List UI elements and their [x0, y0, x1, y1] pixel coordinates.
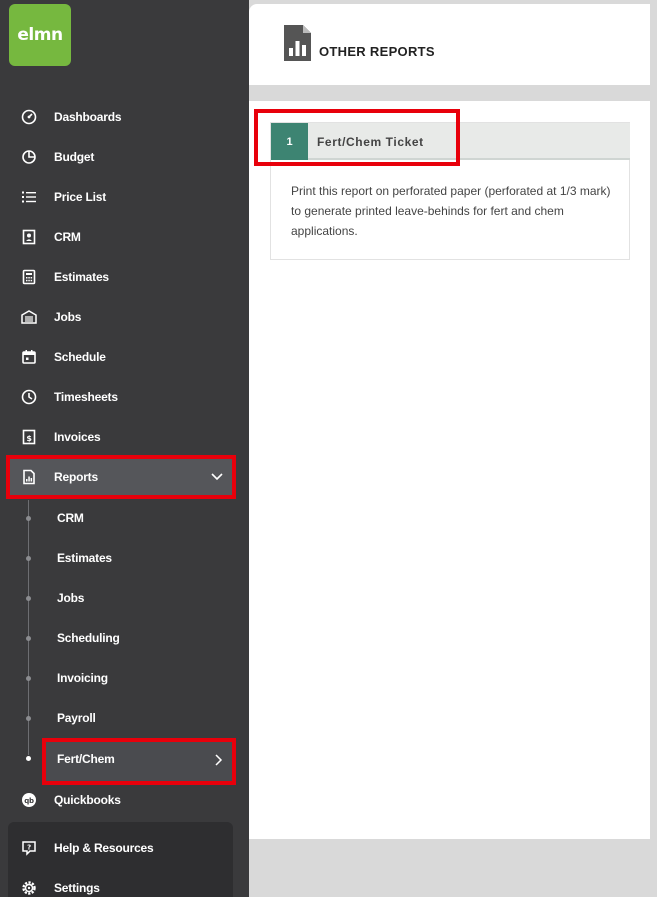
sidebar-item-label: Price List [54, 190, 107, 204]
report-sub-item-scheduling[interactable]: Scheduling [57, 631, 120, 647]
calculator-icon [21, 269, 37, 285]
submenu-dot [26, 676, 31, 681]
submenu-dot [26, 596, 31, 601]
sidebar-item-label: Schedule [54, 350, 106, 364]
sidebar-item-label: CRM [54, 230, 81, 244]
submenu-dot [26, 636, 31, 641]
settings-icon [21, 880, 37, 896]
calendar-icon [21, 349, 37, 365]
sidebar-item-label: Reports [54, 470, 98, 484]
svg-text:?: ? [27, 844, 31, 852]
help-icon: ? [21, 840, 37, 856]
sidebar-item-settings[interactable]: Settings [0, 868, 249, 897]
svg-text:qb: qb [24, 797, 34, 805]
sidebar-item-label: Budget [54, 150, 95, 164]
sidebar-item-label: Dashboards [54, 110, 122, 124]
report-sub-item-estimates[interactable]: Estimates [57, 551, 112, 567]
report-sub-item-label: Fert/Chem [57, 752, 115, 766]
sidebar-item-label: Settings [54, 881, 100, 895]
report-sub-item-crm[interactable]: CRM [57, 511, 84, 527]
sidebar: elmn Dashboards Budget Price List CRM Es… [0, 0, 249, 897]
svg-text:$: $ [26, 434, 32, 443]
report-description: Print this report on perforated paper (p… [291, 184, 611, 238]
chevron-down-icon[interactable] [210, 469, 224, 483]
sidebar-item-reports[interactable]: Reports [8, 457, 234, 497]
submenu-dot [26, 516, 31, 521]
sidebar-item-help[interactable]: ? Help & Resources [0, 828, 249, 868]
sidebar-item-price-list[interactable]: Price List [0, 177, 249, 217]
contact-card-icon [21, 229, 37, 245]
submenu-dot-active [26, 756, 31, 761]
invoice-icon: $ [21, 429, 37, 445]
pie-chart-icon [21, 149, 37, 165]
sidebar-item-jobs[interactable]: Jobs [0, 297, 249, 337]
sidebar-item-label: Quickbooks [54, 793, 121, 807]
garage-icon [21, 309, 37, 325]
sidebar-item-label: Help & Resources [54, 841, 154, 855]
sidebar-item-schedule[interactable]: Schedule [0, 337, 249, 377]
report-sub-item-invoicing[interactable]: Invoicing [57, 671, 108, 687]
sidebar-item-invoices[interactable]: $ Invoices [0, 417, 249, 457]
sidebar-item-dashboards[interactable]: Dashboards [0, 97, 249, 137]
dashboard-icon [21, 109, 37, 125]
clock-icon [21, 389, 37, 405]
chevron-right-icon [215, 754, 223, 766]
report-card[interactable]: 1 Fert/Chem Ticket Print this report on … [270, 122, 630, 260]
sidebar-item-quickbooks[interactable]: qb Quickbooks [0, 780, 249, 820]
elmn-logo[interactable]: elmn [9, 4, 71, 66]
report-document-icon [284, 25, 311, 61]
quickbooks-icon: qb [21, 792, 37, 808]
submenu-dot [26, 716, 31, 721]
sidebar-item-timesheets[interactable]: Timesheets [0, 377, 249, 417]
report-sub-item-jobs[interactable]: Jobs [57, 591, 84, 607]
main-content: 1 Fert/Chem Ticket Print this report on … [249, 101, 650, 839]
report-number-badge: 1 [271, 123, 308, 160]
sidebar-item-estimates[interactable]: Estimates [0, 257, 249, 297]
report-sub-item-fert-chem[interactable]: Fert/Chem [45, 741, 233, 781]
report-sub-item-payroll[interactable]: Payroll [57, 711, 96, 727]
report-card-header[interactable]: 1 Fert/Chem Ticket [271, 123, 630, 160]
sidebar-item-label: Jobs [54, 310, 82, 324]
page-title: OTHER REPORTS [319, 44, 435, 59]
sidebar-item-label: Timesheets [54, 390, 118, 404]
page-header: OTHER REPORTS [249, 4, 650, 85]
sidebar-item-label: Invoices [54, 430, 101, 444]
submenu-dot [26, 556, 31, 561]
list-icon [21, 189, 37, 205]
sidebar-item-label: Estimates [54, 270, 109, 284]
sidebar-item-crm[interactable]: CRM [0, 217, 249, 257]
report-title[interactable]: Fert/Chem Ticket [317, 135, 424, 149]
report-icon [21, 469, 37, 485]
sidebar-item-budget[interactable]: Budget [0, 137, 249, 177]
